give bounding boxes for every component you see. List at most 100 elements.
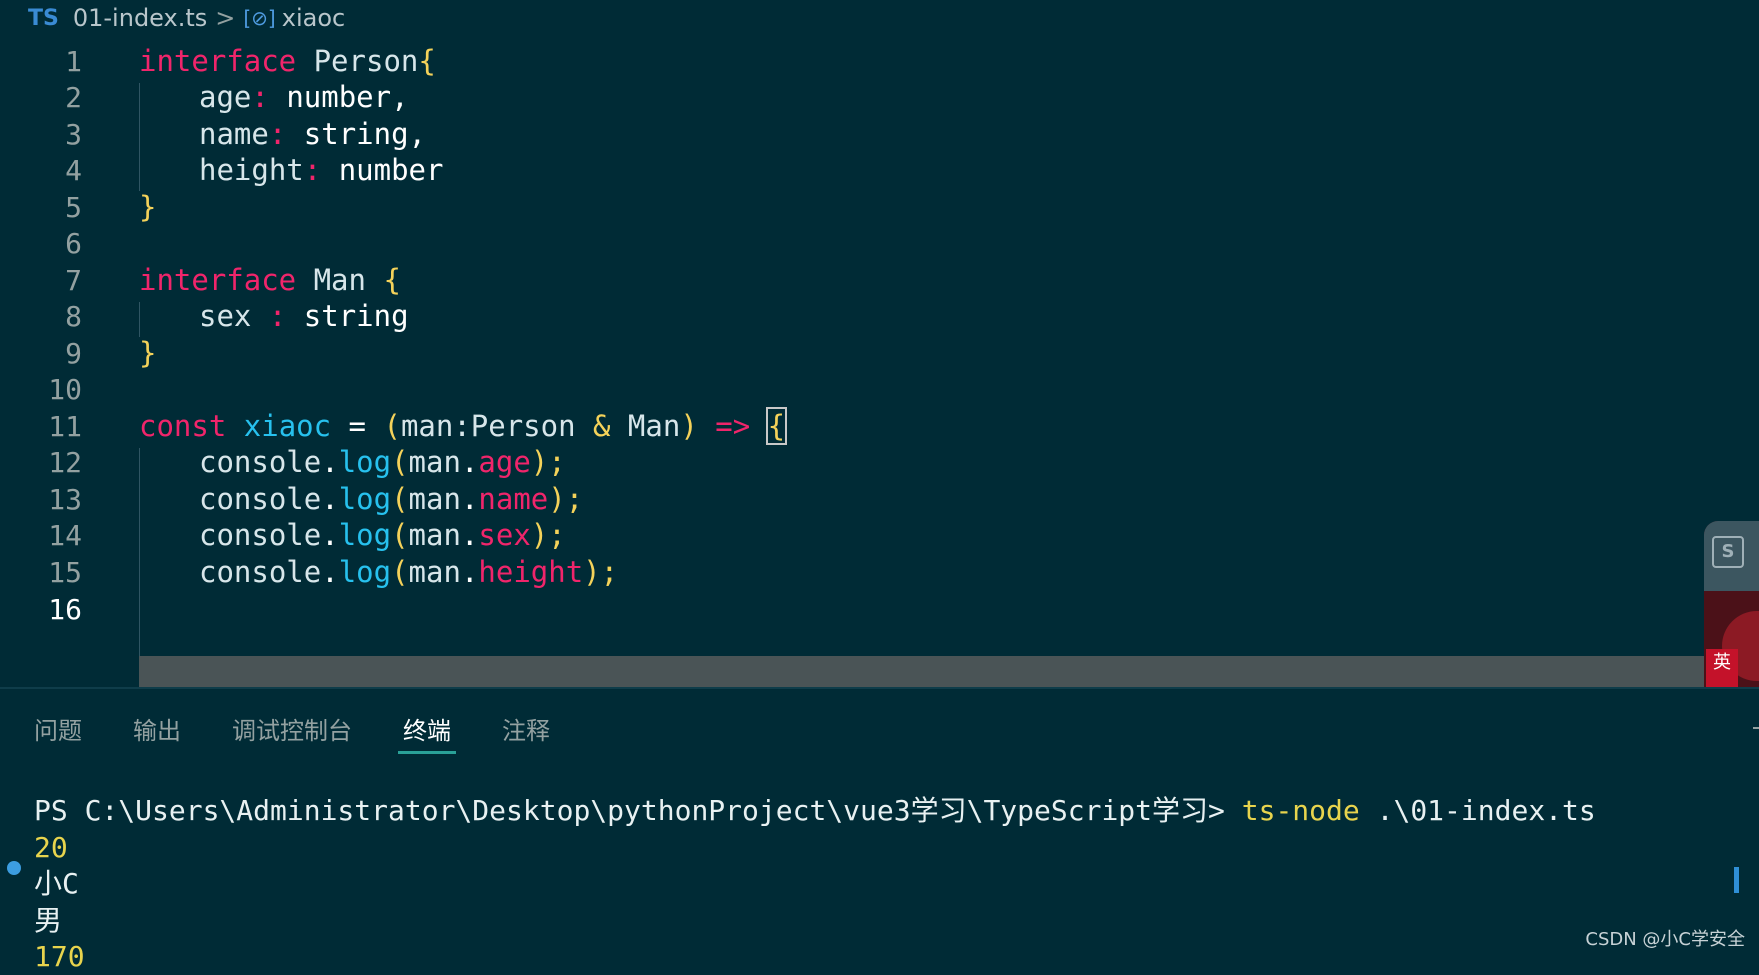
token-method: log — [338, 445, 392, 479]
token-property: age — [199, 80, 252, 114]
token-type-name: Man — [296, 263, 384, 297]
token-method: log — [338, 518, 392, 552]
terminal-output-line: 男 — [34, 904, 63, 937]
code-line: 2 age: number, — [0, 77, 1759, 118]
breadcrumb-symbol[interactable]: xiaoc — [282, 4, 345, 32]
code-line: 14 console.log(man.sex); — [0, 515, 1759, 556]
line-number: 16 — [48, 593, 82, 626]
token-dot: . — [321, 555, 339, 589]
line-number: 11 — [48, 410, 82, 443]
code-line: 16 — [0, 589, 1759, 630]
token-punctuation: ); — [583, 555, 619, 589]
token-object: console — [199, 555, 322, 589]
token-operator: & — [593, 409, 611, 443]
token-variable: man — [408, 518, 461, 552]
terminal[interactable]: PS C:\Users\Administrator\Desktop\python… — [0, 689, 1759, 973]
symbol-variable-icon: [⊘] — [243, 6, 276, 30]
floating-widget[interactable]: S 英 — [1704, 521, 1759, 687]
token-brace: } — [139, 190, 157, 224]
ime-language-badge[interactable]: 英 — [1706, 649, 1738, 687]
token-function-name: xiaoc — [226, 409, 332, 443]
token-punctuation: ); — [530, 518, 566, 552]
token-punctuation: , — [408, 117, 426, 151]
token-punctuation: ); — [530, 445, 566, 479]
token-variable: man — [408, 555, 461, 589]
code-line: 11 const xiaoc = (man:Person & Man) => { — [0, 406, 1759, 447]
terminal-output-line: 170 — [34, 940, 85, 973]
code-line: 1 interface Person{ — [0, 41, 1759, 82]
token-paren: ( — [391, 518, 409, 552]
code-line: 3 name: string, — [0, 114, 1759, 155]
token-brace: { — [383, 263, 401, 297]
token-type: string — [286, 117, 409, 151]
token-colon: : — [251, 80, 269, 114]
line-number: 12 — [48, 446, 82, 479]
token-method: log — [338, 555, 392, 589]
token-dot: . — [460, 518, 479, 552]
token-brace: } — [139, 336, 157, 370]
token-type-name: Person — [296, 44, 419, 78]
token-colon: : — [268, 117, 287, 151]
token-property: name — [199, 117, 269, 151]
line-number: 7 — [65, 264, 82, 297]
code-line: 15 console.log(man.height); — [0, 552, 1759, 593]
line-number: 2 — [65, 81, 82, 114]
token-brace: { — [418, 44, 436, 78]
token-dot: . — [460, 482, 479, 516]
token-colon: : — [251, 299, 287, 333]
token-dot: . — [460, 445, 479, 479]
token-variable: man — [408, 482, 461, 516]
line-number: 14 — [48, 519, 82, 552]
code-line: 13 console.log(man.name); — [0, 479, 1759, 520]
line-number: 6 — [65, 227, 82, 260]
token-paren: ( — [383, 409, 401, 443]
code-line: 8 sex : string — [0, 296, 1759, 337]
token-property: age — [478, 445, 531, 479]
token-punctuation: ); — [548, 482, 584, 516]
line-number: 9 — [65, 337, 82, 370]
token-property: height — [199, 153, 304, 187]
token-property: sex — [199, 299, 252, 333]
terminal-output-line: 20 — [34, 831, 68, 864]
token-property: sex — [478, 518, 531, 552]
watermark: CSDN @小C学安全 — [1585, 929, 1745, 950]
chevron-right-icon: > — [215, 4, 236, 32]
token-punctuation: , — [391, 80, 409, 114]
token-type: number — [321, 153, 444, 187]
token-property: height — [478, 555, 584, 589]
code-line: 6 — [0, 223, 1759, 264]
token-paren: ( — [391, 555, 409, 589]
terminal-command-line: PS C:\Users\Administrator\Desktop\python… — [34, 793, 1596, 829]
breadcrumb-file[interactable]: 01-index.ts — [73, 4, 207, 32]
terminal-command: ts-node — [1241, 794, 1360, 827]
command-decoration-dot[interactable] — [7, 861, 21, 875]
line-number: 10 — [48, 373, 82, 406]
terminal-output-line: 小C — [34, 867, 79, 900]
token-method: log — [338, 482, 392, 516]
line-number: 1 — [65, 45, 82, 78]
code-line: 7 interface Man { — [0, 260, 1759, 301]
code-line: 5 } — [0, 187, 1759, 228]
code-editor[interactable]: 1 interface Person{ 2 age: number, 3 nam… — [0, 41, 1759, 687]
sogou-icon: S — [1712, 536, 1744, 568]
token-object: console — [199, 482, 322, 516]
token-keyword: interface — [139, 263, 297, 297]
token-property: name — [478, 482, 549, 516]
token-dot: . — [460, 555, 479, 589]
terminal-scrollbar-marker[interactable] — [1734, 867, 1739, 893]
token-colon: : — [303, 153, 322, 187]
token-paren: ) — [680, 409, 698, 443]
code-line: 10 — [0, 369, 1759, 410]
token-type: Man — [610, 409, 681, 443]
token-variable: man — [408, 445, 461, 479]
token-dot: . — [321, 482, 339, 516]
line-number: 3 — [65, 118, 82, 151]
token-param: man:Person — [400, 409, 593, 443]
line-number: 4 — [65, 154, 82, 187]
line-number: 8 — [65, 300, 82, 333]
token-operator: = — [331, 409, 384, 443]
line-number: 13 — [48, 483, 82, 516]
token-keyword: const — [139, 409, 227, 443]
token-keyword: interface — [139, 44, 297, 78]
token-type: number — [268, 80, 392, 114]
